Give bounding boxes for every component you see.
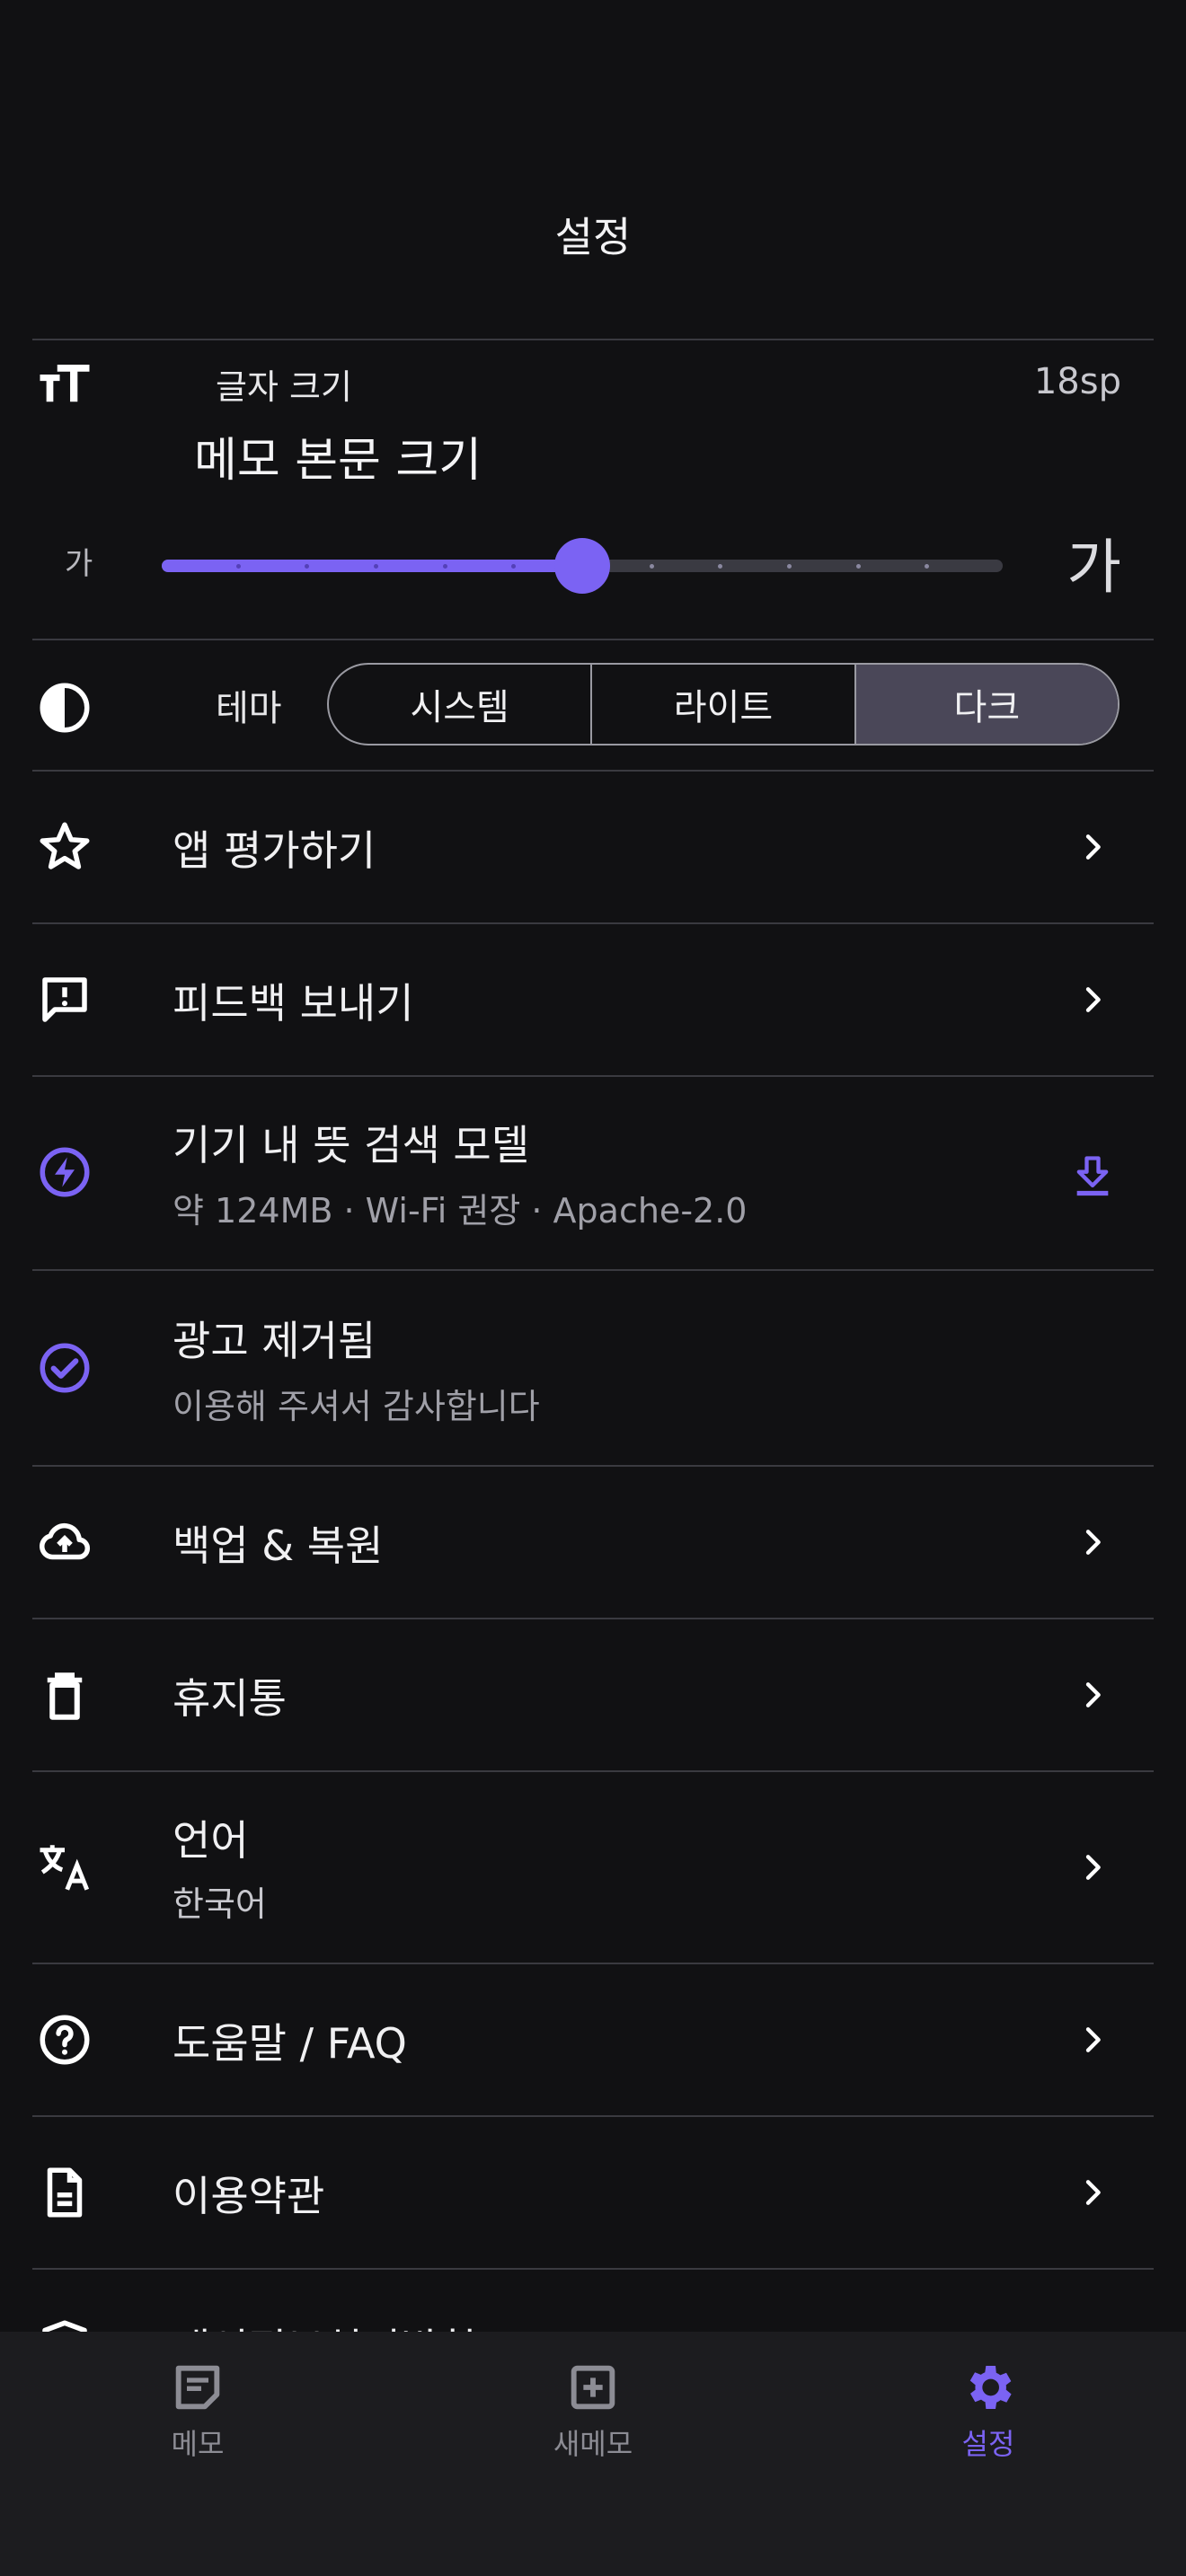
slider-tick [649, 564, 654, 569]
slider-tick [442, 564, 447, 569]
help-circle-icon [32, 2007, 97, 2072]
font-size-slider[interactable] [162, 538, 1003, 594]
slider-thumb[interactable] [554, 538, 610, 594]
search-model-subtitle: 약 124MB · Wi-Fi 권장 · Apache-2.0 [173, 1191, 748, 1231]
translate-icon [32, 1835, 97, 1900]
document-icon [32, 2160, 97, 2225]
add-box-icon [571, 2365, 615, 2410]
download-icon[interactable] [1069, 1152, 1116, 1199]
rate-app-title: 앱 평가하기 [173, 826, 376, 875]
slider-tick [925, 564, 930, 569]
settings-gear-icon [969, 2366, 1012, 2409]
nav-label-settings: 설정 [961, 2427, 1015, 2461]
font-size-value: 18sp [1033, 361, 1121, 402]
divider [32, 639, 1154, 640]
trash-row[interactable]: 휴지통 [32, 1619, 1154, 1770]
backup-restore-title: 백업 & 복원 [173, 1522, 384, 1570]
chevron-right-icon [1075, 829, 1111, 865]
backup-restore-row[interactable]: 백업 & 복원 [32, 1467, 1154, 1618]
nav-item-settings[interactable]: 설정 [854, 2359, 1123, 2463]
nav-item-new-memo[interactable]: 새메모 [458, 2359, 728, 2463]
slider-min-glyph: 가 [65, 546, 93, 582]
nav-label-new-memo: 새메모 [553, 2427, 633, 2461]
page-title: 설정 [554, 213, 632, 261]
theme-segmented-control: 시스템 라이트 다크 [327, 663, 1120, 745]
nav-item-memo[interactable]: 메모 [63, 2359, 332, 2463]
theme-label: 테마 [216, 688, 282, 729]
chevron-right-icon [1075, 1524, 1111, 1560]
feedback-title: 피드백 보내기 [173, 979, 414, 1028]
terms-title: 이용약관 [173, 2172, 325, 2220]
font-size-label: 글자 크기 [216, 367, 352, 407]
chevron-right-icon [1075, 1849, 1111, 1885]
theme-option-system[interactable]: 시스템 [329, 665, 593, 744]
slider-tick [718, 564, 723, 569]
language-row[interactable]: 언어 한국어 [32, 1772, 1154, 1963]
bottom-navigation: 메모 새메모 설정 [0, 2332, 1186, 2576]
feedback-row[interactable]: 피드백 보내기 [32, 924, 1154, 1075]
chevron-right-icon [1075, 1677, 1111, 1713]
cloud-upload-icon [32, 1510, 97, 1575]
divider [32, 339, 1154, 340]
trash-icon [32, 1663, 97, 1727]
chevron-right-icon [1075, 2022, 1111, 2058]
chevron-right-icon [1075, 2175, 1111, 2210]
chevron-right-icon [1075, 982, 1111, 1018]
bolt-circle-icon [32, 1140, 97, 1204]
help-faq-row[interactable]: 도움말 / FAQ [32, 1964, 1154, 2115]
ads-removed-title: 광고 제거됨 [173, 1317, 376, 1365]
text-size-icon [32, 352, 97, 417]
search-model-title: 기기 내 뜻 검색 모델 [173, 1121, 530, 1169]
slider-tick [787, 564, 792, 569]
contrast-icon [32, 675, 97, 740]
rate-app-row[interactable]: 앱 평가하기 [32, 772, 1154, 922]
theme-option-dark[interactable]: 다크 [855, 665, 1118, 744]
memo-icon [175, 2365, 220, 2410]
language-title: 언어 [173, 1816, 249, 1865]
help-faq-title: 도움말 / FAQ [173, 2019, 407, 2068]
slider-tick [235, 564, 241, 569]
slider-tick [855, 564, 861, 569]
ads-removed-subtitle: 이용해 주셔서 감사합니다 [173, 1387, 540, 1426]
search-model-row[interactable]: 기기 내 뜻 검색 모델 약 124MB · Wi-Fi 권장 · Apache… [32, 1077, 1154, 1269]
slider-max-glyph: 가 [1067, 533, 1121, 602]
feedback-icon [32, 967, 97, 1032]
slider-tick [374, 564, 378, 569]
star-outline-icon [32, 815, 97, 879]
trash-title: 휴지통 [173, 1674, 287, 1723]
check-circle-icon [32, 1336, 97, 1400]
slider-fill [162, 560, 582, 572]
ads-removed-row: 광고 제거됨 이용해 주셔서 감사합니다 [32, 1271, 1154, 1465]
theme-option-light[interactable]: 라이트 [592, 665, 856, 744]
font-size-title: 메모 본문 크기 [194, 434, 482, 488]
terms-row[interactable]: 이용약관 [32, 2117, 1154, 2268]
language-value: 한국어 [173, 1884, 267, 1924]
nav-label-memo: 메모 [171, 2427, 225, 2461]
